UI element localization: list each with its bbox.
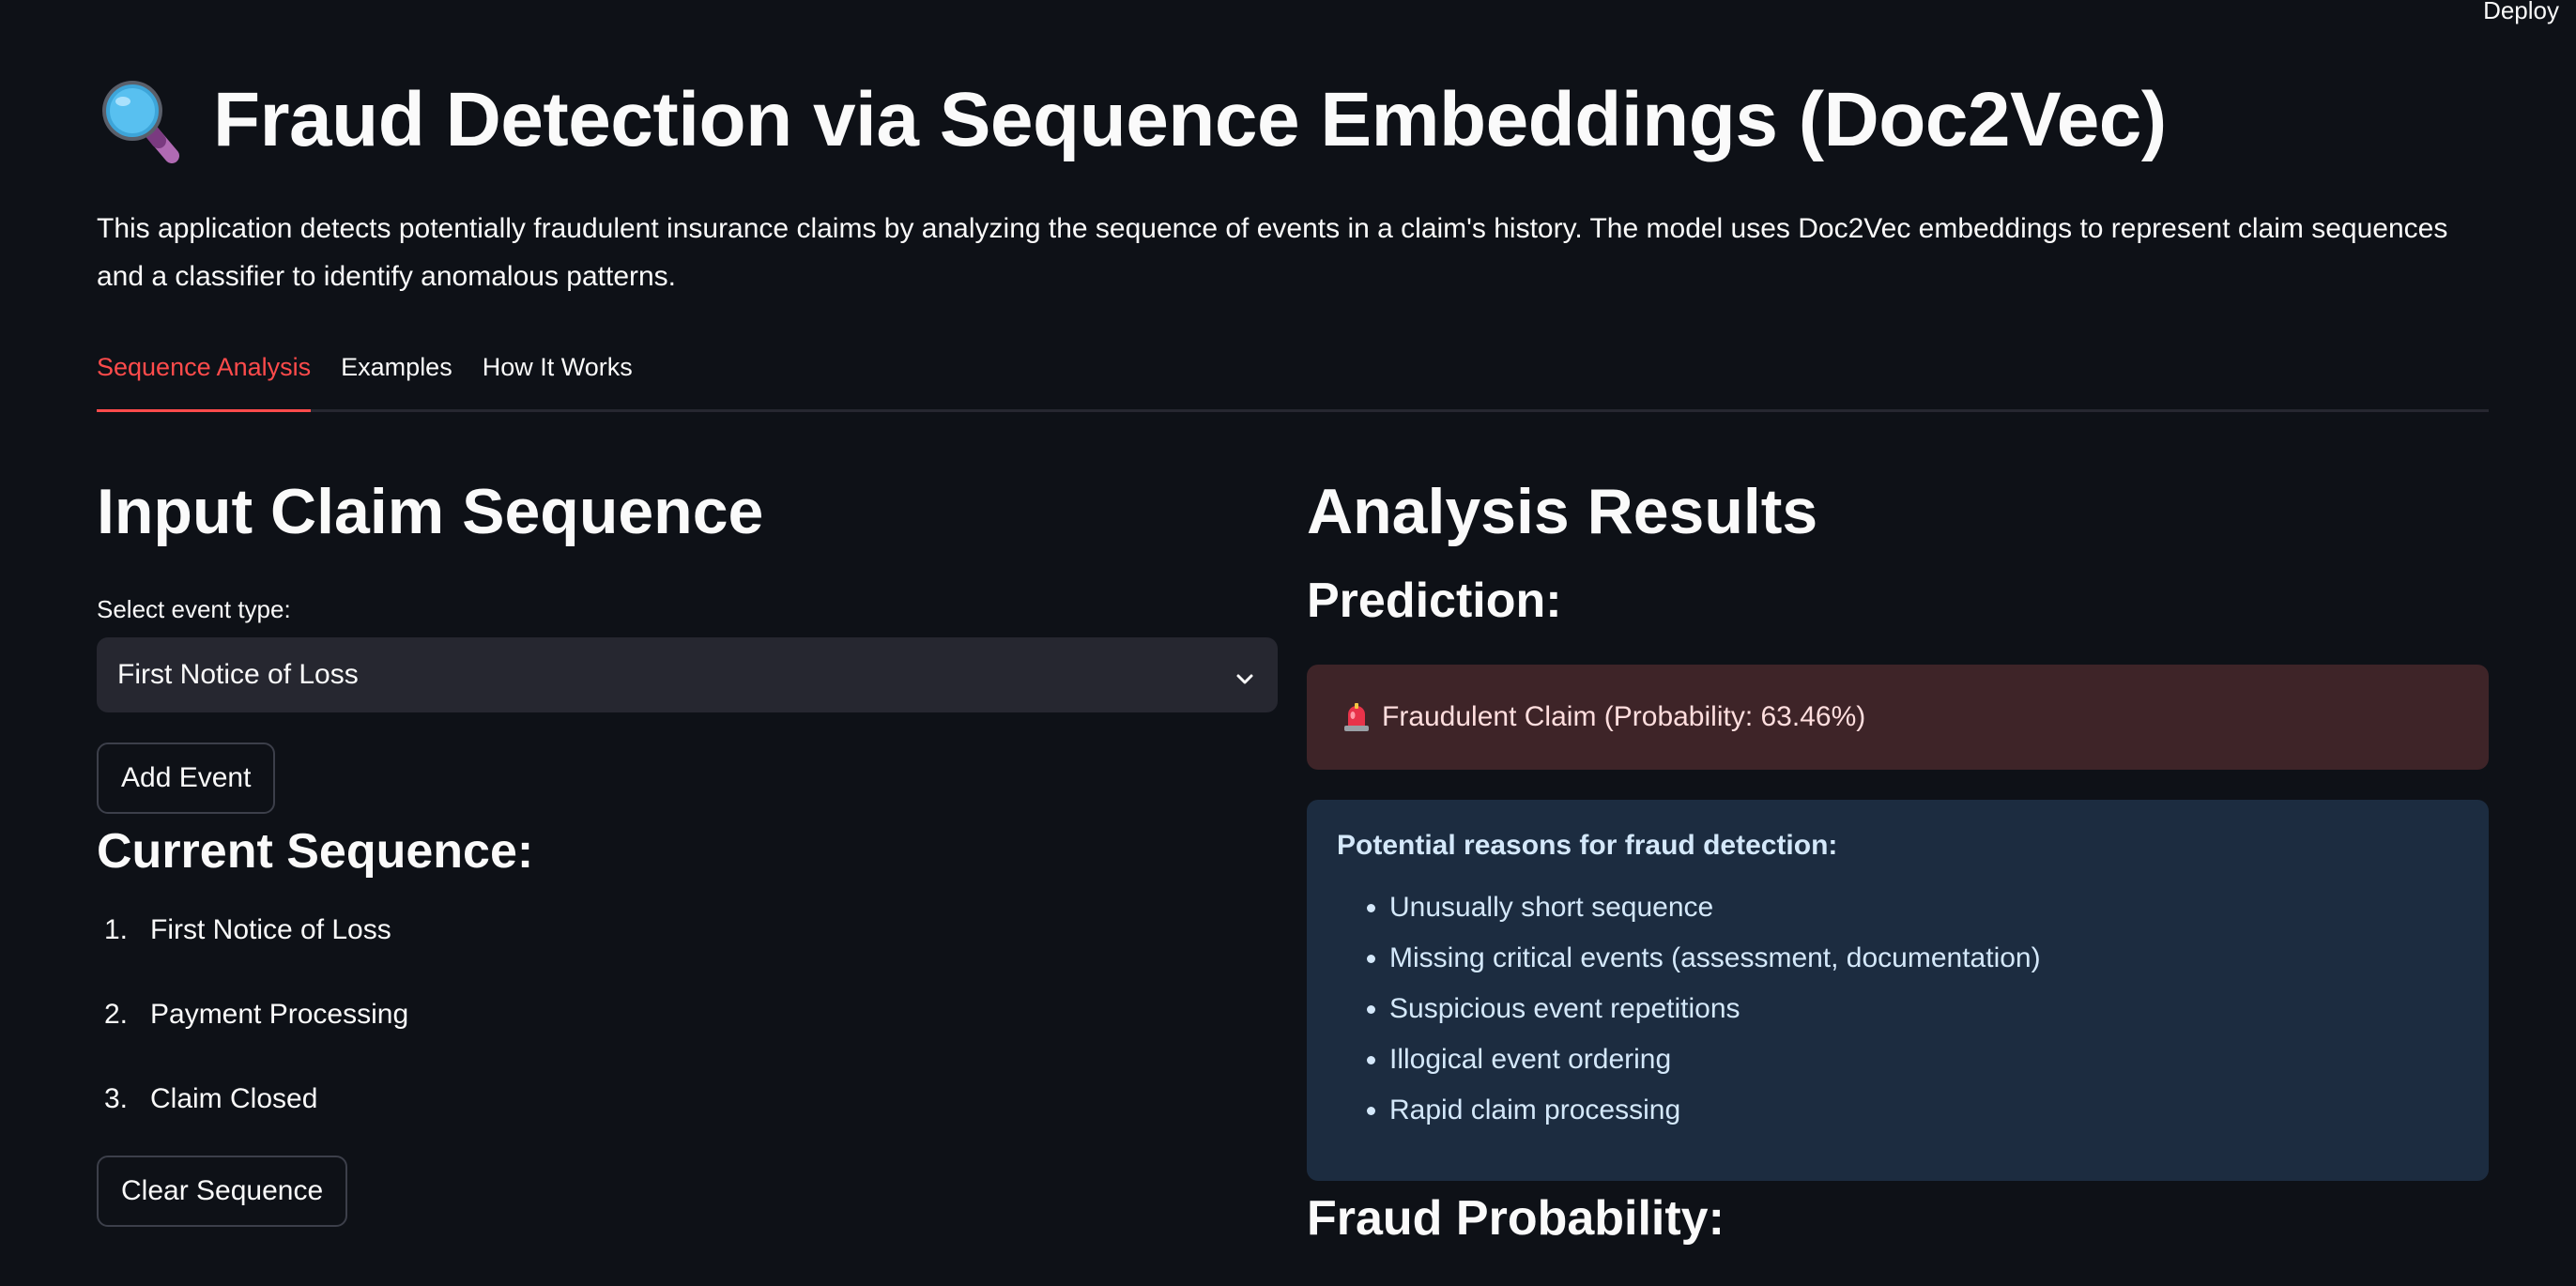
- results-section-title: Analysis Results: [1307, 476, 1818, 547]
- fraud-reasons-box: Potential reasons for fraud detection: U…: [1307, 800, 2489, 1181]
- list-item: Suspicious event repetitions: [1389, 984, 2459, 1034]
- tab-sequence-analysis[interactable]: Sequence Analysis: [97, 347, 312, 412]
- list-item-label: Claim Closed: [150, 1083, 318, 1114]
- page-header: Fraud Detection via Sequence Embeddings …: [97, 73, 2167, 167]
- list-item: Rapid claim processing: [1389, 1085, 2459, 1136]
- add-event-button[interactable]: Add Event: [97, 743, 276, 814]
- app-page: Deploy Fraud Detection via Sequence Embe…: [0, 0, 2576, 1286]
- tab-how-it-works[interactable]: How It Works: [483, 347, 633, 404]
- list-item: Illogical event ordering: [1389, 1034, 2459, 1085]
- list-item-number: 3.: [104, 1083, 129, 1114]
- fraud-alert: Fraudulent Claim (Probability: 63.46%): [1307, 665, 2489, 770]
- reasons-list: Unusually short sequence Missing critica…: [1337, 882, 2459, 1136]
- prediction-title: Prediction:: [1307, 574, 1562, 628]
- results-column: Analysis Results Prediction: Fraudulent …: [1307, 460, 2489, 1256]
- intro-text: This application detects potentially fra…: [97, 213, 2448, 292]
- siren-icon: [1342, 701, 1371, 733]
- deploy-button[interactable]: Deploy: [2476, 0, 2567, 29]
- event-type-select[interactable]: First Notice of Loss: [97, 637, 1278, 712]
- chevron-down-icon: [1234, 665, 1255, 685]
- list-item: 3. Claim Closed: [97, 1071, 1278, 1156]
- list-item: Missing critical events (assessment, doc…: [1389, 933, 2459, 984]
- fraud-probability-title: Fraud Probability:: [1307, 1191, 1725, 1246]
- event-type-selected-value: First Notice of Loss: [117, 659, 359, 690]
- magnifying-glass-icon: [97, 73, 181, 167]
- clear-sequence-button[interactable]: Clear Sequence: [97, 1156, 348, 1227]
- input-column: Input Claim Sequence Select event type: …: [97, 460, 1278, 1227]
- list-item-label: Payment Processing: [150, 999, 409, 1030]
- list-item-number: 2.: [104, 999, 129, 1030]
- tab-bar: Sequence Analysis Examples How It Works: [97, 347, 2489, 412]
- page-title: Fraud Detection via Sequence Embeddings …: [213, 77, 2167, 162]
- tab-examples[interactable]: Examples: [341, 347, 452, 404]
- list-item: 2. Payment Processing: [97, 987, 1278, 1071]
- list-item: Unusually short sequence: [1389, 882, 2459, 933]
- sequence-list: 1. First Notice of Loss 2. Payment Proce…: [97, 902, 1278, 1156]
- current-sequence-title: Current Sequence:: [97, 824, 534, 879]
- alert-text: Fraudulent Claim (Probability: 63.46%): [1382, 701, 1866, 732]
- input-section-title: Input Claim Sequence: [97, 476, 764, 547]
- event-type-label: Select event type:: [97, 595, 291, 623]
- list-item-label: First Notice of Loss: [150, 914, 391, 945]
- list-item: 1. First Notice of Loss: [97, 902, 1278, 987]
- reasons-title: Potential reasons for fraud detection:: [1337, 830, 1838, 861]
- list-item-number: 1.: [104, 914, 129, 945]
